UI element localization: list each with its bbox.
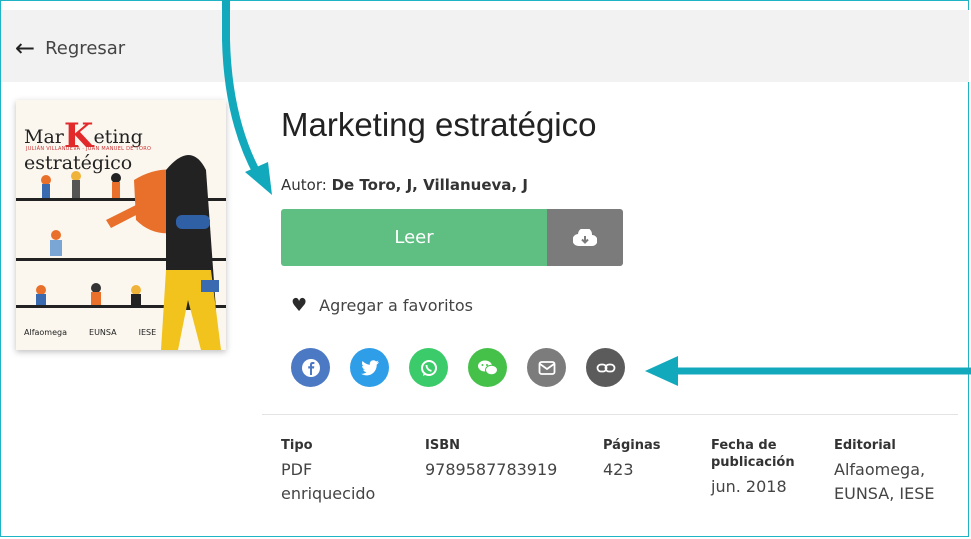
email-icon: [538, 360, 555, 375]
favorite-label: Agregar a favoritos: [319, 296, 473, 315]
share-wechat[interactable]: [468, 348, 507, 387]
cloud-download-icon: [573, 228, 597, 246]
read-button[interactable]: Leer: [281, 209, 547, 266]
top-bar: ← Regresar: [1, 10, 969, 82]
add-favorite-button[interactable]: ♥ Agregar a favoritos: [291, 295, 473, 316]
link-icon: [596, 363, 615, 372]
book-cover[interactable]: MarKeting estratégico JULIÁN VILLANUEVA …: [16, 100, 226, 350]
download-button[interactable]: [547, 209, 623, 266]
cover-illustration: [16, 155, 226, 350]
book-author: Autor: De Toro, J, Villanueva, J: [281, 176, 528, 194]
facebook-icon: [301, 358, 320, 377]
share-bar: [291, 348, 625, 387]
author-names: De Toro, J, Villanueva, J: [331, 176, 528, 194]
detail-type: Tipo PDF enriquecido: [281, 438, 376, 503]
share-email[interactable]: [527, 348, 566, 387]
heart-icon: ♥: [291, 295, 308, 316]
back-button[interactable]: ← Regresar: [15, 36, 125, 60]
twitter-icon: [360, 359, 379, 375]
whatsapp-icon: [420, 359, 437, 376]
detail-pages: Páginas 423: [603, 438, 661, 479]
detail-publication-date: Fecha de publicación jun. 2018: [711, 438, 795, 496]
details-divider: [262, 414, 958, 415]
detail-publisher: Editorial Alfaomega, EUNSA, IESE: [834, 438, 935, 503]
share-facebook[interactable]: [291, 348, 330, 387]
cover-publishers: Alfaomega EUNSA IESE: [24, 328, 157, 337]
wechat-icon: [477, 360, 498, 375]
book-title: Marketing estratégico: [281, 106, 597, 143]
back-label: Regresar: [45, 37, 126, 59]
detail-isbn: ISBN 9789587783919: [425, 438, 558, 479]
read-actions: Leer: [281, 209, 623, 266]
arrow-left-icon: ←: [15, 34, 36, 62]
share-link[interactable]: [586, 348, 625, 387]
share-whatsapp[interactable]: [409, 348, 448, 387]
share-twitter[interactable]: [350, 348, 389, 387]
